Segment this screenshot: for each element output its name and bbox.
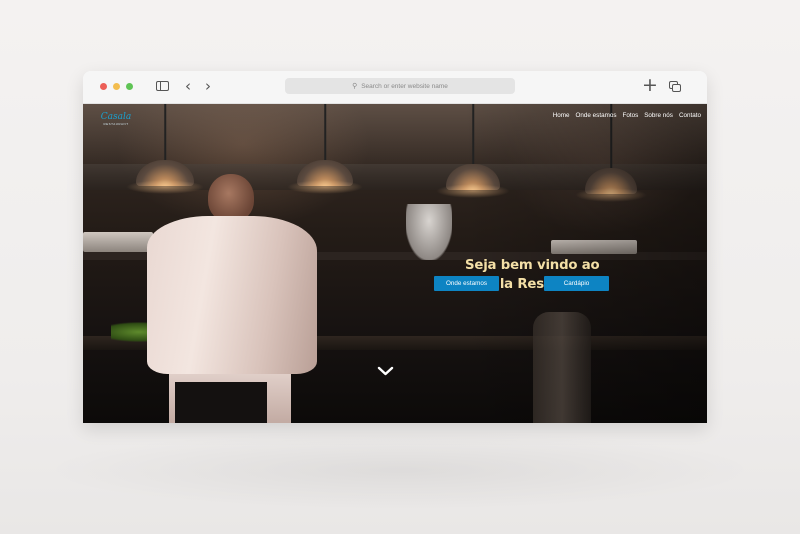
logo-subtext: RESTAURANT	[103, 122, 129, 126]
nav-link-sobre-nos[interactable]: Sobre nós	[644, 112, 673, 119]
nav-link-contato[interactable]: Contato	[679, 112, 701, 119]
browser-toolbar: ‹ › ⚲ Search or enter website name +	[83, 71, 707, 104]
chevron-down-icon[interactable]	[377, 366, 394, 376]
nav-link-fotos[interactable]: Fotos	[622, 112, 638, 119]
nav-link-home[interactable]: Home	[553, 112, 570, 119]
hero-title-line-1: Seja bem vindo ao	[465, 258, 600, 273]
close-window-button[interactable]	[100, 83, 107, 90]
hero-background-cook	[406, 204, 452, 260]
hero-section: Casala RESTAURANT Home Onde estamos Foto…	[83, 104, 707, 423]
onde-estamos-button[interactable]: Onde estamos	[434, 276, 499, 291]
hero-background-plates	[83, 232, 153, 252]
chevron-left-icon[interactable]: ‹	[185, 77, 191, 95]
address-placeholder: Search or enter website name	[361, 82, 448, 90]
site-nav: Home Onde estamos Fotos Sobre nós Contat…	[553, 112, 701, 119]
backdrop-shadow	[40, 430, 760, 510]
chevron-right-icon[interactable]: ›	[205, 77, 211, 95]
plus-icon[interactable]: +	[642, 75, 658, 95]
site-logo[interactable]: Casala RESTAURANT	[97, 112, 135, 126]
search-icon: ⚲	[352, 83, 358, 90]
nav-link-onde-estamos[interactable]: Onde estamos	[576, 112, 617, 119]
maximize-window-button[interactable]	[126, 83, 133, 90]
logo-text: Casala	[100, 112, 132, 122]
sidebar-icon[interactable]	[156, 81, 169, 91]
tabs-icon[interactable]	[669, 81, 681, 92]
minimize-window-button[interactable]	[113, 83, 120, 90]
cardapio-button[interactable]: Cardápio	[544, 276, 609, 291]
hero-chef-figure	[147, 162, 317, 423]
address-bar[interactable]: ⚲ Search or enter website name	[285, 78, 515, 94]
browser-window: ‹ › ⚲ Search or enter website name + Cas…	[83, 71, 707, 423]
